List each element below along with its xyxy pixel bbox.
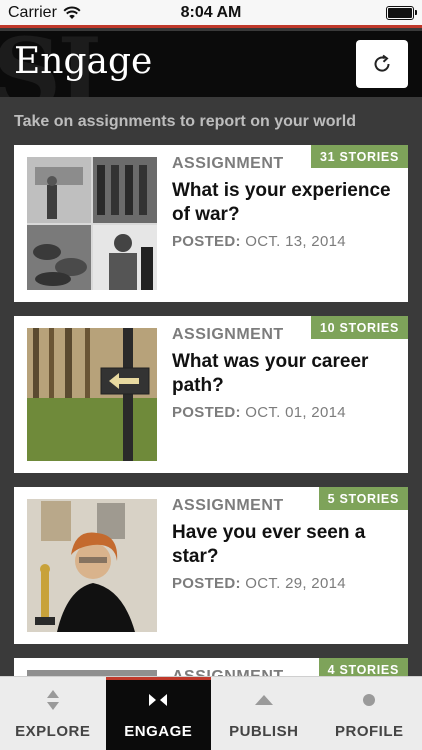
refresh-button[interactable] — [356, 40, 408, 88]
status-bar: Carrier 8:04 AM — [0, 0, 422, 28]
carrier-group: Carrier — [8, 4, 81, 22]
explore-icon — [46, 689, 60, 711]
app-header: SI Engage — [0, 31, 422, 97]
assignment-card[interactable]: ASSIGNMENT 10 STORIES What was your care… — [14, 316, 408, 473]
posted-date: POSTED: OCT. 13, 2014 — [172, 233, 346, 250]
assignment-title: What is your experience of war? — [172, 180, 391, 225]
publish-icon — [254, 689, 274, 711]
stories-count-badge: 31 STORIES — [310, 145, 408, 168]
tab-label: PROFILE — [334, 723, 404, 740]
assignment-title: What was your career path? — [172, 351, 369, 396]
tab-profile[interactable]: PROFILE — [317, 677, 422, 750]
posted-date-value: OCT. 29, 2014 — [245, 575, 346, 592]
assignment-card[interactable]: ASSIGNMENT 5 STORIES Have you ever seen … — [14, 487, 408, 644]
carrier-label: Carrier — [8, 3, 57, 21]
posted-date-value: OCT. 13, 2014 — [245, 233, 346, 250]
assignment-thumbnail — [27, 157, 157, 290]
stories-count-badge: 5 STORIES — [318, 487, 408, 510]
wifi-icon — [63, 6, 81, 19]
tab-publish[interactable]: PUBLISH — [211, 677, 317, 750]
page-title: Engage — [14, 41, 153, 82]
profile-icon — [362, 689, 376, 711]
tab-label: PUBLISH — [229, 723, 299, 740]
posted-label: POSTED: — [172, 404, 241, 421]
refresh-icon — [374, 54, 390, 72]
posted-label: POSTED: — [172, 575, 241, 592]
assignment-thumbnail — [27, 499, 157, 632]
tab-explore[interactable]: EXPLORE — [0, 677, 106, 750]
stories-count-badge: 10 STORIES — [310, 316, 408, 339]
assignment-label: ASSIGNMENT — [172, 326, 284, 343]
tab-label: EXPLORE — [15, 723, 91, 740]
posted-date: POSTED: OCT. 01, 2014 — [172, 404, 346, 421]
assignment-label: ASSIGNMENT — [172, 155, 284, 172]
tab-bar: EXPLORE ENGAGE PUBLISH PROFILE — [0, 676, 422, 750]
posted-label: POSTED: — [172, 233, 241, 250]
tab-label: ENGAGE — [124, 723, 193, 740]
engage-icon — [148, 689, 168, 711]
posted-date: POSTED: OCT. 29, 2014 — [172, 575, 346, 592]
assignment-thumbnail — [27, 328, 157, 461]
assignment-card[interactable]: ASSIGNMENT 31 STORIES What is your exper… — [14, 145, 408, 302]
page-subtitle: Take on assignments to report on your wo… — [14, 113, 356, 130]
battery-icon — [386, 5, 417, 20]
assignment-label: ASSIGNMENT — [172, 497, 284, 514]
assignment-title: Have you ever seen a star? — [172, 522, 366, 567]
tab-engage[interactable]: ENGAGE — [105, 677, 211, 750]
posted-date-value: OCT. 01, 2014 — [245, 404, 346, 421]
